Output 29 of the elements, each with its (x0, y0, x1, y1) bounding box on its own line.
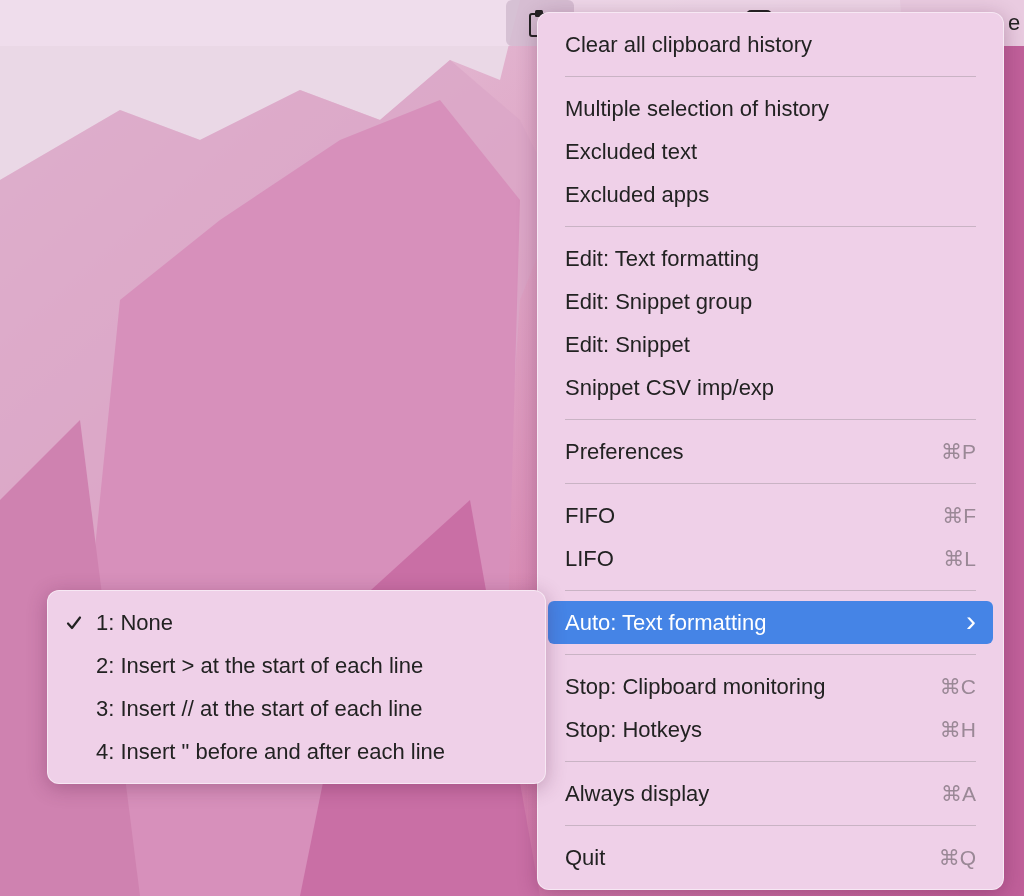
shortcut-label: ⌘Q (938, 845, 976, 870)
submenu-item[interactable]: 3: Insert // at the start of each line (58, 687, 535, 730)
menu-item[interactable]: Snippet CSV imp/exp (548, 366, 993, 409)
menu-item[interactable]: Preferences ⌘P (548, 430, 993, 473)
menu-item[interactable]: Quit ⌘Q (548, 836, 993, 879)
menu-item[interactable]: Edit: Text formatting (548, 237, 993, 280)
menu-item[interactable]: Edit: Snippet (548, 323, 993, 366)
shortcut-label: ⌘P (941, 439, 976, 464)
submenu-item[interactable]: 2: Insert > at the start of each line (58, 644, 535, 687)
menu-bar-item[interactable]: e (1008, 0, 1021, 46)
shortcut-label: ⌘L (943, 546, 976, 571)
shortcut-label: ⌘A (941, 781, 976, 806)
menu-item[interactable]: Clear all clipboard history (548, 23, 993, 66)
submenu-item[interactable]: 1: None (58, 601, 535, 644)
chevron-icon: › (966, 605, 976, 636)
menu-item[interactable]: Always display ⌘A (548, 772, 993, 815)
menu-item[interactable]: Edit: Snippet group (548, 280, 993, 323)
menu-item[interactable]: Stop: Clipboard monitoring ⌘C (548, 665, 993, 708)
menu-item[interactable]: LIFO ⌘L (548, 537, 993, 580)
menu-item[interactable]: FIFO ⌘F (548, 494, 993, 537)
menu-item[interactable]: Excluded apps (548, 173, 993, 216)
menu-item[interactable]: Excluded text (548, 130, 993, 173)
submenu-item[interactable]: 4: Insert " before and after each line (58, 730, 535, 773)
menu-item[interactable]: Stop: Hotkeys ⌘H (548, 708, 993, 751)
shortcut-label: ⌘H (939, 717, 976, 742)
menu-item[interactable]: Auto: Text formatting › (548, 601, 993, 644)
shortcut-label: ⌘C (939, 674, 976, 699)
shortcut-label: ⌘F (942, 503, 976, 528)
menu-item[interactable]: Multiple selection of history (548, 87, 993, 130)
